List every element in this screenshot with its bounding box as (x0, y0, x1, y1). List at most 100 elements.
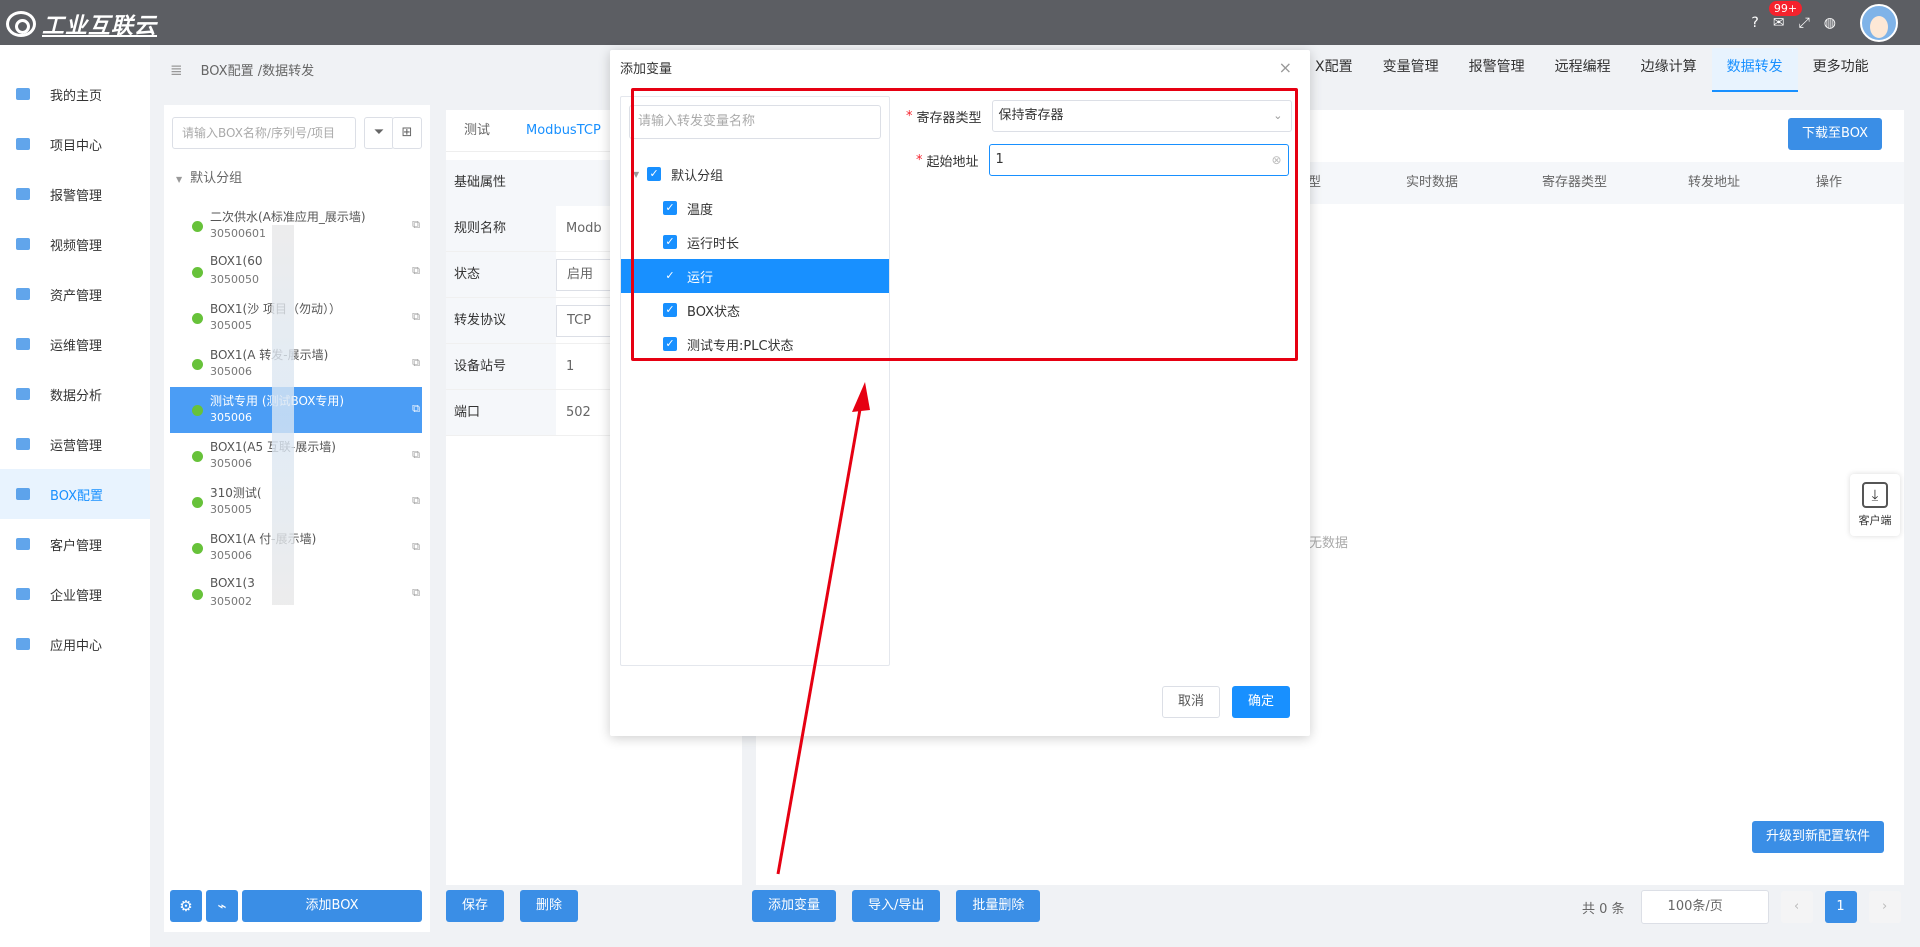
sidebar-item-video[interactable]: 视频管理 (0, 219, 150, 269)
tab-edge-computing[interactable]: 边缘计算 (1626, 48, 1712, 92)
sidebar-item-label: 视频管理 (50, 238, 103, 254)
copy-icon[interactable]: ⧉ (412, 218, 420, 232)
tree-item[interactable]: BOX1(60 3050050 ⧉ (170, 249, 422, 295)
wifi-off-icon[interactable]: ⌁ (206, 890, 238, 922)
tree-item[interactable]: BOX1(A 付-展示墙) 305006 ⧉ (170, 525, 422, 571)
tree-item[interactable]: 二次供水(A标准应用_展示墙) 30500601 ⧉ (170, 203, 422, 249)
sidebar-item-label: 我的主页 (50, 88, 103, 104)
module-tabs: X配置 变量管理 报警管理 远程编程 边缘计算 数据转发 更多功能 (1300, 48, 1884, 92)
status-select[interactable]: 启用 (556, 259, 616, 291)
online-dot (192, 451, 203, 462)
settings-gear-icon[interactable]: ⚙ (170, 890, 202, 922)
box-icon (16, 488, 30, 500)
upgrade-button[interactable]: 升级到新配置软件 (1751, 821, 1884, 853)
tree-item[interactable]: 测试专用 (测试BOX专用) 305006 ⧉ (170, 387, 422, 433)
close-icon[interactable]: × (1279, 58, 1292, 77)
import-export-button[interactable]: 导入/导出 (852, 890, 941, 922)
sidebar-item-projects[interactable]: 项目中心 (0, 119, 150, 169)
copy-icon[interactable]: ⧉ (412, 402, 420, 416)
sidebar-item-alarm[interactable]: 报警管理 (0, 169, 150, 219)
sidebar-item-operation[interactable]: 运营管理 (0, 419, 150, 469)
tab-box-config[interactable]: X配置 (1300, 48, 1368, 92)
client-download-widget[interactable]: ⤓ 客户端 (1850, 474, 1900, 536)
tree-item[interactable]: 310测试(305005 ⧉ (170, 479, 422, 525)
copy-icon[interactable]: ⧉ (412, 448, 420, 462)
tab-variables[interactable]: 变量管理 (1368, 48, 1454, 92)
copy-icon[interactable]: ⧉ (412, 586, 420, 600)
copy-icon[interactable]: ⧉ (412, 356, 420, 370)
add-folder-icon[interactable]: ⊞ (392, 117, 422, 149)
sidebar-item-apps[interactable]: 应用中心 (0, 619, 150, 669)
highlight-box (631, 88, 1298, 361)
help-icon[interactable]: ? (1751, 15, 1758, 31)
sidebar-item-label: 企业管理 (50, 588, 103, 604)
avatar[interactable] (1860, 3, 1898, 42)
tab-modbustcp[interactable]: ModbusTCP (508, 110, 619, 151)
tree-group[interactable]: ▼ 默认分组 (176, 167, 242, 186)
protocol-select[interactable]: TCP (556, 305, 616, 337)
variable-actions: 添加变量 导入/导出 批量删除 (752, 890, 1056, 922)
page-size-select[interactable]: 100条/页 (1640, 890, 1769, 924)
page-number[interactable]: 1 (1824, 891, 1857, 923)
prop-label: 端口 (446, 390, 556, 435)
batch-delete-button[interactable]: 批量删除 (956, 890, 1041, 922)
save-button[interactable]: 保存 (446, 890, 505, 922)
sidebar-item-label: 报警管理 (50, 188, 103, 204)
sidebar-item-enterprise[interactable]: 企业管理 (0, 569, 150, 619)
copy-icon[interactable]: ⧉ (412, 540, 420, 554)
box-sn: 305006 (210, 549, 252, 562)
box-search-input[interactable]: 请输入BOX名称/序列号/项目 (172, 117, 356, 149)
cancel-button[interactable]: 取消 (1162, 686, 1220, 718)
confirm-button[interactable]: 确定 (1232, 686, 1290, 718)
menu-toggle-icon[interactable]: ≣ (170, 61, 183, 79)
next-page-icon[interactable]: › (1868, 891, 1901, 923)
tree-item[interactable]: BOX1(A 转发-展示墙) 305006 ⧉ (170, 341, 422, 387)
prev-page-icon[interactable]: ‹ (1780, 891, 1813, 923)
filter-icon[interactable]: ⏷ (364, 117, 394, 149)
mail-icon[interactable]: ✉ 99+ (1768, 0, 1803, 31)
station-field[interactable]: 1 (556, 344, 574, 389)
rule-name-field[interactable]: Modb (556, 206, 602, 251)
asset-icon (16, 288, 30, 300)
sidebar-item-label: BOX配置 (50, 488, 103, 504)
sidebar-item-home[interactable]: 我的主页 (0, 69, 150, 119)
sidebar-item-label: 运维管理 (50, 338, 103, 354)
sidebar-item-maintenance[interactable]: 运维管理 (0, 319, 150, 369)
copy-icon[interactable]: ⧉ (412, 264, 420, 278)
tree-item[interactable]: BOX1(沙 项目（勿动）） 305005 ⧉ (170, 295, 422, 341)
sidebar-item-customers[interactable]: 客户管理 (0, 519, 150, 569)
tab-more[interactable]: 更多功能 (1798, 48, 1884, 92)
copy-icon[interactable]: ⧉ (412, 310, 420, 324)
box-sn: 305006 (210, 365, 252, 378)
language-icon[interactable]: ◍ (1824, 15, 1836, 31)
rule-actions: 保存 删除 (446, 890, 594, 922)
port-field[interactable]: 502 (556, 390, 591, 435)
sidebar-item-label: 资产管理 (50, 288, 103, 304)
tree-item[interactable]: BOX1(3 305002 ⧉ (170, 571, 422, 617)
box-tree-panel: 请输入BOX名称/序列号/项目 ⏷ ⊞ ▼ 默认分组 二次供水(A标准应用_展示墙… (164, 105, 430, 932)
sidebar-item-assets[interactable]: 资产管理 (0, 269, 150, 319)
online-dot (192, 313, 203, 324)
tab-alarm[interactable]: 报警管理 (1454, 48, 1540, 92)
sidebar-item-analysis[interactable]: 数据分析 (0, 369, 150, 419)
tab-data-forward[interactable]: 数据转发 (1711, 48, 1798, 92)
column-header: 操作 (1816, 175, 1843, 190)
box-name: BOX1(3 (210, 576, 255, 590)
fullscreen-icon[interactable]: ⤢ (1799, 15, 1810, 31)
copy-icon[interactable]: ⧉ (412, 494, 420, 508)
sidebar-item-box-config[interactable]: BOX配置 (0, 469, 150, 519)
logo[interactable]: 工业互联云 (6, 8, 157, 40)
box-name: BOX1(A 转发-展示墙) (210, 348, 329, 362)
online-dot (192, 589, 203, 600)
sidebar-item-label: 应用中心 (50, 638, 103, 654)
tree-item[interactable]: BOX1(A5 互联-展示墙) 305006 ⧉ (170, 433, 422, 479)
download-to-box-button[interactable]: 下载至BOX (1788, 118, 1882, 150)
tab-test[interactable]: 测试 (446, 110, 508, 151)
sidebar-item-label: 运营管理 (50, 438, 103, 454)
box-name: BOX1(60 (210, 254, 263, 268)
tab-remote-program[interactable]: 远程编程 (1540, 48, 1626, 92)
chart-icon (16, 388, 30, 400)
add-box-button[interactable]: 添加BOX (242, 890, 422, 922)
add-variable-button[interactable]: 添加变量 (752, 890, 837, 922)
delete-button[interactable]: 删除 (520, 890, 579, 922)
